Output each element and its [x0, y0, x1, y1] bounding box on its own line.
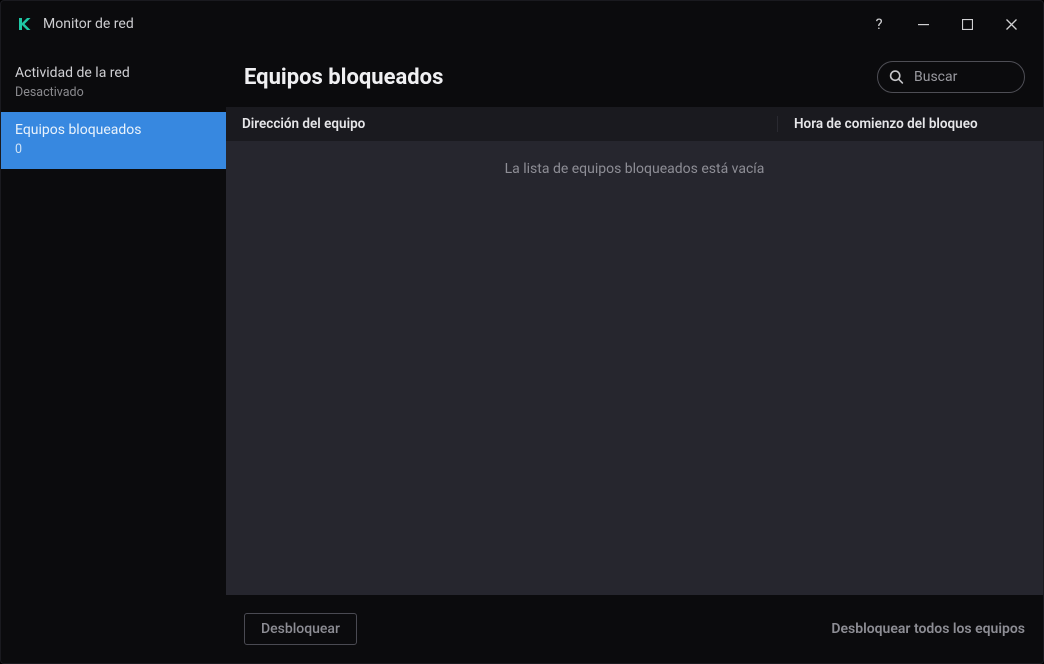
help-icon: ?: [875, 15, 882, 33]
table-area: Dirección del equipo Hora de comienzo de…: [226, 107, 1043, 595]
app-window: Monitor de red ? Actividad de la red Des…: [0, 0, 1044, 664]
sidebar-item-status: Desactivado: [15, 85, 212, 100]
minimize-button[interactable]: [905, 9, 941, 39]
window-title: Monitor de red: [43, 16, 861, 32]
unblock-all-button[interactable]: Desbloquear todos los equipos: [831, 621, 1025, 637]
help-button[interactable]: ?: [861, 9, 897, 39]
table-header-row: Dirección del equipo Hora de comienzo de…: [226, 107, 1043, 141]
page-title: Equipos bloqueados: [244, 65, 861, 90]
sidebar-item-label: Equipos bloqueados: [15, 122, 212, 138]
table-body: La lista de equipos bloqueados está vací…: [226, 141, 1043, 595]
empty-list-message: La lista de equipos bloqueados está vací…: [505, 161, 765, 595]
close-button[interactable]: [993, 9, 1029, 39]
column-header-address[interactable]: Dirección del equipo: [226, 116, 778, 132]
main-header: Equipos bloqueados: [226, 47, 1043, 107]
sidebar-item-count: 0: [15, 142, 212, 157]
search-input[interactable]: [877, 61, 1025, 93]
app-logo-icon: [15, 15, 33, 33]
search-wrap: [877, 61, 1025, 93]
sidebar: Actividad de la red Desactivado Equipos …: [1, 47, 226, 663]
maximize-button[interactable]: [949, 9, 985, 39]
minimize-icon: [918, 19, 929, 30]
maximize-icon: [962, 19, 973, 30]
sidebar-item-blocked-devices[interactable]: Equipos bloqueados 0: [1, 112, 226, 169]
app-body: Actividad de la red Desactivado Equipos …: [1, 47, 1043, 663]
unblock-button[interactable]: Desbloquear: [244, 613, 357, 645]
sidebar-item-label: Actividad de la red: [15, 65, 212, 81]
column-header-start-time[interactable]: Hora de comienzo del bloqueo: [778, 116, 1043, 132]
close-icon: [1006, 19, 1017, 30]
titlebar: Monitor de red ?: [1, 1, 1043, 47]
window-controls: ?: [861, 9, 1029, 39]
footer: Desbloquear Desbloquear todos los equipo…: [226, 595, 1043, 663]
sidebar-item-network-activity[interactable]: Actividad de la red Desactivado: [1, 55, 226, 112]
main-panel: Equipos bloqueados Dirección del equipo …: [226, 47, 1043, 663]
